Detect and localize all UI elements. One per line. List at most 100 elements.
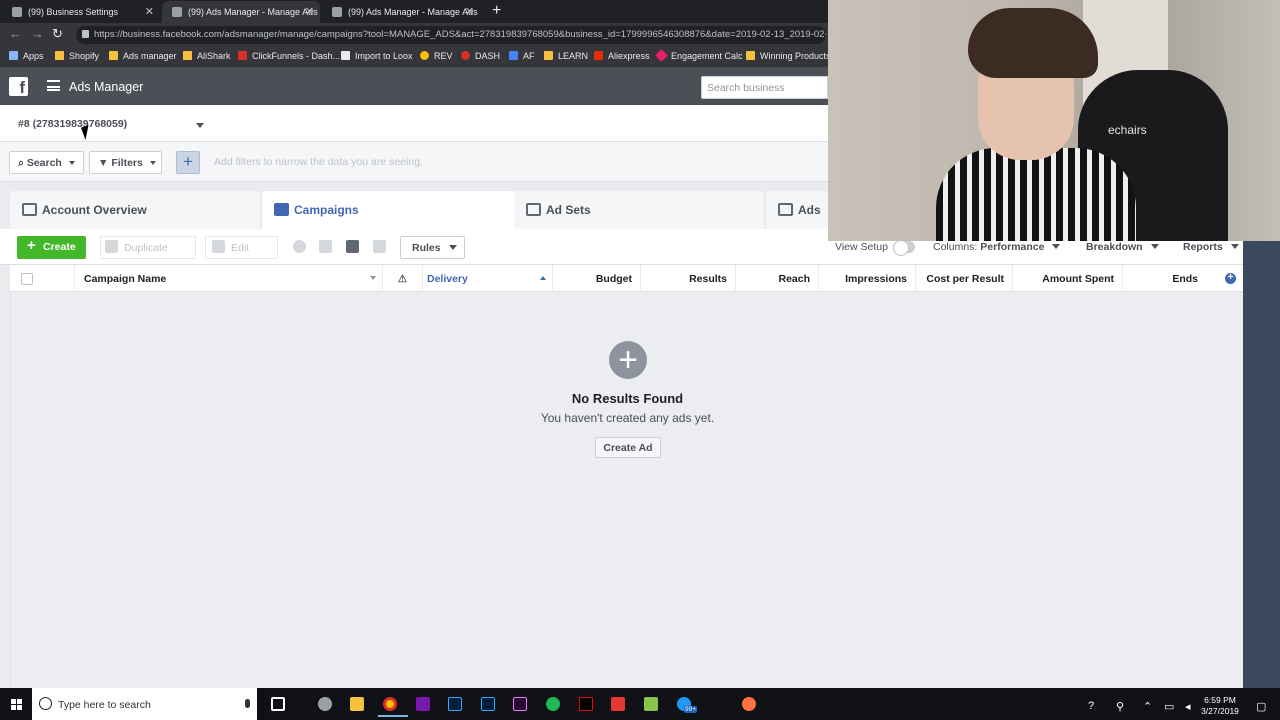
bookmark-item[interactable]: Import to Loox	[341, 51, 413, 61]
tab-ad-sets[interactable]: Ad Sets	[514, 191, 764, 229]
create-ad-button[interactable]: Create Ad	[595, 437, 661, 458]
spotify-icon[interactable]	[546, 697, 560, 711]
refresh-icon[interactable]	[293, 240, 306, 253]
column-reach[interactable]: Reach	[736, 265, 819, 292]
column-label: Amount Spent	[1042, 273, 1114, 285]
tab-close-icon[interactable]: ✕	[145, 5, 154, 18]
zotero-icon[interactable]	[611, 697, 625, 711]
tab-label: Campaigns	[294, 203, 359, 217]
forward-icon[interactable]: →	[31, 26, 44, 41]
url-field[interactable]: https://business.facebook.com/adsmanager…	[76, 26, 826, 44]
battery-icon[interactable]: ▭	[1164, 700, 1174, 713]
bookmark-apps[interactable]: Apps	[9, 51, 44, 61]
tab-label: Ads	[798, 203, 821, 217]
file-explorer-icon[interactable]	[350, 697, 364, 711]
view-setup-toggle[interactable]	[893, 240, 915, 256]
tab-close-icon[interactable]: ✕	[465, 5, 474, 18]
select-all-checkbox[interactable]	[21, 273, 33, 285]
rules-button[interactable]: Rules	[400, 236, 465, 259]
reports-dropdown[interactable]: Reports	[1183, 241, 1239, 253]
filters-button[interactable]: ▼ Filters	[89, 151, 162, 174]
page-icon	[341, 51, 350, 60]
column-amount-spent[interactable]: Amount Spent	[1013, 265, 1123, 292]
column-label: Ends	[1172, 273, 1198, 285]
tab-account-overview[interactable]: Account Overview	[10, 191, 260, 229]
tab-campaigns[interactable]: Campaigns	[262, 191, 514, 229]
folder-icon	[55, 51, 64, 60]
bookmark-item[interactable]: AF	[509, 51, 535, 61]
app-icon[interactable]	[742, 697, 756, 711]
chevron-up-icon[interactable]: ⌃	[1143, 700, 1152, 713]
add-filter-button[interactable]: +	[176, 151, 200, 174]
bookmark-item[interactable]: Ads manager	[109, 51, 177, 61]
app-title: Ads Manager	[69, 80, 144, 94]
add-circle-icon: +	[609, 341, 647, 379]
view-setup-label: View Setup	[835, 241, 888, 253]
taskbar-search-input[interactable]: Type here to search	[32, 688, 257, 720]
netflix-icon[interactable]	[579, 697, 593, 711]
trash-icon[interactable]	[319, 240, 332, 253]
volume-icon[interactable]: ◂	[1185, 700, 1191, 713]
duplicate-label: Duplicate	[124, 242, 168, 254]
column-impressions[interactable]: Impressions	[819, 265, 916, 292]
breakdown-dropdown[interactable]: Breakdown	[1086, 241, 1159, 253]
people-icon[interactable]: ⚲	[1116, 700, 1124, 713]
bookmark-item[interactable]: Aliexpress	[594, 51, 650, 61]
chrome-icon[interactable]	[378, 697, 408, 717]
ab-test-icon[interactable]	[346, 240, 359, 253]
column-cost-per-result[interactable]: Cost per Result	[916, 265, 1013, 292]
hamburger-menu-icon[interactable]	[47, 80, 60, 91]
column-label: Reach	[778, 273, 810, 285]
task-view-icon[interactable]	[271, 697, 285, 711]
search-business-input[interactable]: Search business	[701, 76, 828, 99]
action-center-icon[interactable]: ▢	[1256, 700, 1266, 713]
onenote-icon[interactable]	[416, 697, 430, 711]
add-column-icon[interactable]: +	[1225, 273, 1236, 284]
column-label: Impressions	[845, 273, 907, 285]
column-delivery[interactable]: Delivery	[423, 265, 553, 292]
column-ends[interactable]: Ends	[1123, 265, 1206, 292]
tab-ads[interactable]: Ads	[766, 191, 828, 229]
folder-icon	[183, 51, 192, 60]
column-campaign-name[interactable]: Campaign Name	[75, 265, 383, 292]
tab-close-icon[interactable]: ✕	[305, 5, 314, 18]
reload-icon[interactable]: ↻	[52, 26, 63, 42]
browser-tab[interactable]: (99) Ads Manager - Manage Ads ✕	[322, 1, 480, 23]
bookmark-item[interactable]: LEARN	[544, 51, 588, 61]
new-tab-icon[interactable]: +	[492, 2, 501, 20]
warning-column: ⚠	[383, 265, 423, 292]
bookmark-item[interactable]: REV	[420, 51, 453, 61]
create-button[interactable]: + Create	[17, 236, 86, 259]
plus-icon: +	[27, 237, 36, 254]
taskbar-clock[interactable]: 6:59 PM 3/27/2019	[1200, 695, 1240, 717]
column-budget[interactable]: Budget	[553, 265, 641, 292]
bookmark-item[interactable]: Winning Products	[746, 51, 831, 61]
column-results[interactable]: Results	[641, 265, 736, 292]
webcam-person-hair	[968, 8, 1098, 78]
back-icon[interactable]: ←	[9, 26, 22, 41]
tag-icon[interactable]	[373, 240, 386, 253]
browser-tab[interactable]: (99) Business Settings ✕	[2, 1, 160, 23]
ads-icon	[778, 203, 793, 216]
microphone-icon[interactable]	[245, 699, 250, 708]
clock-date: 3/27/2019	[1201, 706, 1239, 716]
account-selector[interactable]: #8 (278319839768059)	[8, 113, 214, 135]
bookmark-item[interactable]: Shopify	[55, 51, 99, 61]
help-icon[interactable]: ?	[1088, 700, 1094, 712]
bookmark-item[interactable]: Engagement Calc	[655, 49, 743, 62]
bookmark-item[interactable]: AliShark	[183, 51, 231, 61]
columns-dropdown[interactable]: Columns: Performance	[933, 241, 1061, 253]
photoshop-icon[interactable]	[448, 697, 462, 711]
column-label: Cost per Result	[926, 273, 1004, 285]
browser-tab-active[interactable]: (99) Ads Manager - Manage Ads ✕	[162, 1, 320, 23]
search-filter-button[interactable]: ⌕ Search	[9, 151, 84, 174]
app-icon[interactable]	[644, 697, 658, 711]
lightroom-icon[interactable]	[481, 697, 495, 711]
bookmark-item[interactable]: ClickFunnels - Dash...	[238, 51, 340, 61]
tab-favicon-icon	[12, 7, 22, 17]
facebook-logo-icon[interactable]: f	[9, 77, 28, 97]
bookmark-item[interactable]: DASH	[461, 51, 500, 61]
premiere-icon[interactable]	[513, 697, 527, 711]
windows-start-icon[interactable]	[11, 699, 22, 710]
app-icon[interactable]	[318, 697, 332, 711]
